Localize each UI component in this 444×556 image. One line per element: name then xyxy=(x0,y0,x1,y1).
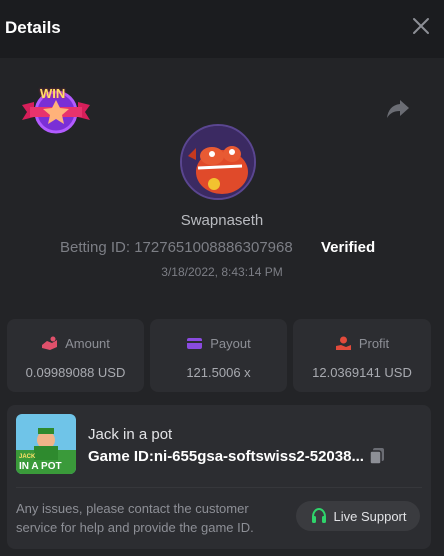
live-support-label: Live Support xyxy=(333,508,407,524)
page-title: Details xyxy=(5,18,61,37)
verified-badge: Verified xyxy=(321,239,376,256)
win-badge-label: WIN xyxy=(40,86,66,101)
support-hint: Any issues, please contact the customer … xyxy=(16,501,254,535)
game-id-label: Game ID: xyxy=(88,448,154,465)
profit-card: Profit 12.0369141 USD xyxy=(293,319,431,392)
headset-icon xyxy=(311,507,326,523)
avatar xyxy=(180,124,256,200)
coins-icon xyxy=(42,336,58,350)
win-badge: WIN xyxy=(20,85,92,135)
profit-header: Profit xyxy=(293,335,431,351)
close-icon xyxy=(413,18,429,34)
wallet-icon xyxy=(187,337,203,349)
game-thumbnail[interactable]: JACK IN A POT xyxy=(16,414,76,474)
payout-value: 121.5006 x xyxy=(186,365,251,380)
amount-card: Amount 0.09989088 USD xyxy=(7,319,144,392)
bet-datetime: 3/18/2022, 8:43:14 PM xyxy=(161,265,283,279)
copy-icon xyxy=(369,448,384,465)
details-header: Details xyxy=(0,0,444,58)
username: Swapnaseth xyxy=(180,212,264,229)
share-icon xyxy=(387,100,409,118)
amount-value: 0.09989088 USD xyxy=(25,365,126,380)
share-button[interactable] xyxy=(386,98,410,120)
payout-header: Payout xyxy=(150,335,287,351)
profit-value: 12.0369141 USD xyxy=(312,365,412,380)
close-button[interactable] xyxy=(412,17,430,35)
game-name: Jack in a pot xyxy=(88,426,173,443)
game-id-value: ni-655gsa-softswiss2-52038... xyxy=(153,448,364,465)
betting-id: Betting ID: 1727651008886307968 xyxy=(60,239,293,256)
amount-label: Amount xyxy=(65,335,110,351)
betting-row: Betting ID: 1727651008886307968 Verified xyxy=(0,239,444,259)
payout-card: Payout 121.5006 x xyxy=(150,319,287,392)
divider xyxy=(16,487,422,488)
amount-header: Amount xyxy=(7,335,144,351)
payout-label: Payout xyxy=(210,335,251,351)
copy-game-id-button[interactable] xyxy=(369,447,385,465)
live-support-button[interactable]: Live Support xyxy=(296,501,420,531)
game-thumb-line1: JACK xyxy=(19,454,36,460)
game-thumb-line2: IN A POT xyxy=(19,461,62,472)
profit-label: Profit xyxy=(358,335,390,351)
profit-icon xyxy=(335,336,351,350)
game-id-row: Game ID:ni-655gsa-softswiss2-52038... xyxy=(88,448,364,465)
game-card: JACK IN A POT Jack in a pot Game ID:ni-6… xyxy=(7,405,431,549)
